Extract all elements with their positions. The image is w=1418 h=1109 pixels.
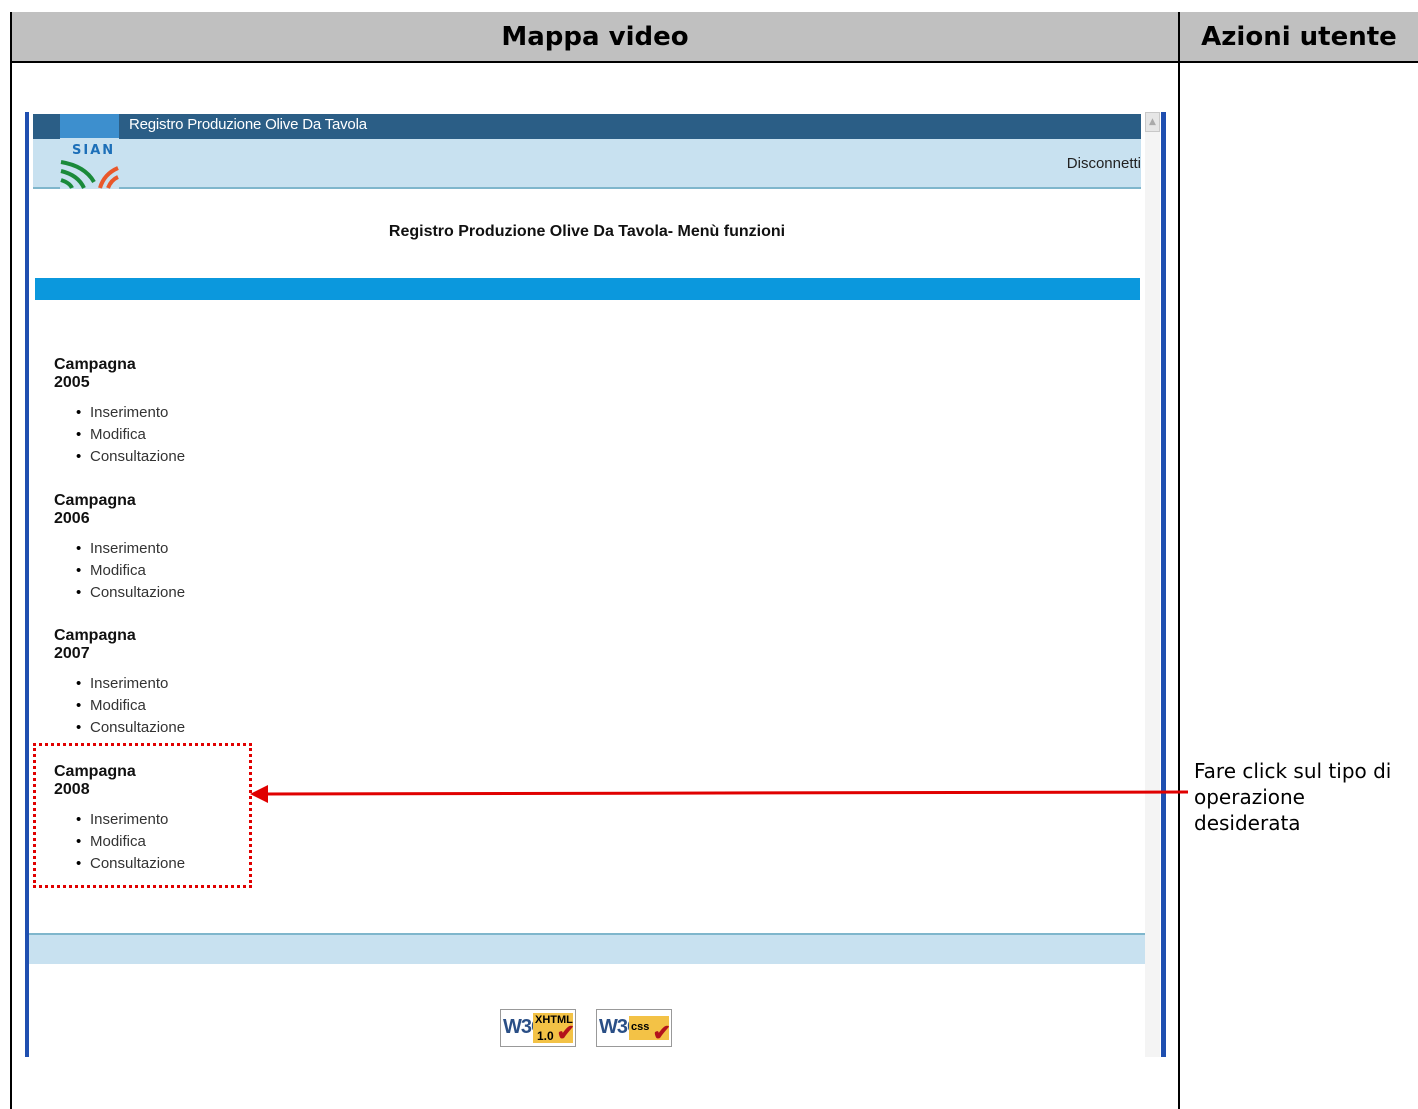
campaign-actions: • Inserimento • Modifica • Consultazione	[76, 673, 185, 739]
campaign-2007: Campagna 2007 • Inserimento • Modifica • Co…	[54, 627, 185, 736]
menu-item-inserimento[interactable]: • Inserimento	[76, 402, 185, 424]
menu-item-consultazione[interactable]: • Consultazione	[76, 582, 185, 604]
campaign-actions: • Inserimento • Modifica • Consultazione	[76, 402, 185, 468]
user-action-note: Fare click sul tipo di operazione deside…	[1194, 759, 1392, 835]
campaign-actions: • Inserimento • Modifica • Consultazione	[76, 538, 185, 604]
column-header-azioni-utente: Azioni utente	[1180, 12, 1418, 63]
checkmark-icon: ✔	[556, 1020, 575, 1045]
bullet-icon: •	[76, 584, 82, 601]
campaign-title: Campagna 2005	[54, 356, 136, 391]
pointer-arrow-icon	[250, 785, 1189, 803]
column-divider	[1178, 12, 1180, 1109]
badge-label: css	[631, 1021, 650, 1033]
bullet-icon: •	[76, 540, 82, 557]
checkmark-icon: ✔	[652, 1020, 671, 1045]
bullet-icon: •	[76, 404, 82, 421]
campaign-2005: Campagna 2005 • Inserimento • Modifica • Co…	[54, 356, 185, 465]
bullet-icon: •	[76, 448, 82, 465]
menu-item-consultazione[interactable]: • Consultazione	[76, 717, 185, 739]
menu-item-modifica[interactable]: • Modifica	[76, 560, 185, 582]
page-heading: Registro Produzione Olive Da Tavola- Men…	[388, 223, 786, 240]
column-header-mappa-video: Mappa video	[12, 12, 1178, 63]
menu-item-consultazione[interactable]: • Consultazione	[76, 446, 185, 468]
menu-stripe	[35, 278, 1140, 300]
menu-item-modifica[interactable]: • Modifica	[76, 695, 185, 717]
scrollbar-track[interactable]	[1145, 132, 1160, 1057]
bullet-icon: •	[76, 426, 82, 443]
campaign-title: Campagna 2007	[54, 627, 136, 662]
bullet-icon: •	[76, 562, 82, 579]
bullet-icon: •	[76, 675, 82, 692]
app-header-band	[33, 139, 1141, 189]
menu-item-modifica[interactable]: • Modifica	[76, 424, 185, 446]
disconnetti-link[interactable]: Disconnetti	[1067, 155, 1141, 172]
menu-item-inserimento[interactable]: • Inserimento	[76, 538, 185, 560]
scroll-up-button[interactable]: ▲	[1145, 112, 1160, 132]
w3c-xhtml-badge[interactable]: W3C XHTML 1.0 ✔	[500, 1009, 576, 1047]
w3c-css-badge[interactable]: W3C css ✔	[596, 1009, 672, 1047]
campaign-title: Campagna 2006	[54, 492, 136, 527]
app-title: Registro Produzione Olive Da Tavola	[129, 116, 367, 133]
screenshot-right-border	[1161, 112, 1166, 1057]
badge-version: 1.0	[537, 1029, 554, 1043]
campaign-2006: Campagna 2006 • Inserimento • Modifica • Co…	[54, 492, 185, 601]
sian-logo-icon	[60, 160, 119, 189]
sian-logo-text: SIAN	[72, 143, 116, 158]
highlight-box-campagna-2008	[33, 743, 252, 888]
screenshot-left-border	[25, 112, 29, 1057]
sian-logo-top	[60, 114, 119, 138]
bullet-icon: •	[76, 697, 82, 714]
app-footer-band	[29, 933, 1145, 964]
bullet-icon: •	[76, 719, 82, 736]
app-screenshot	[25, 112, 1166, 1057]
menu-item-inserimento[interactable]: • Inserimento	[76, 673, 185, 695]
